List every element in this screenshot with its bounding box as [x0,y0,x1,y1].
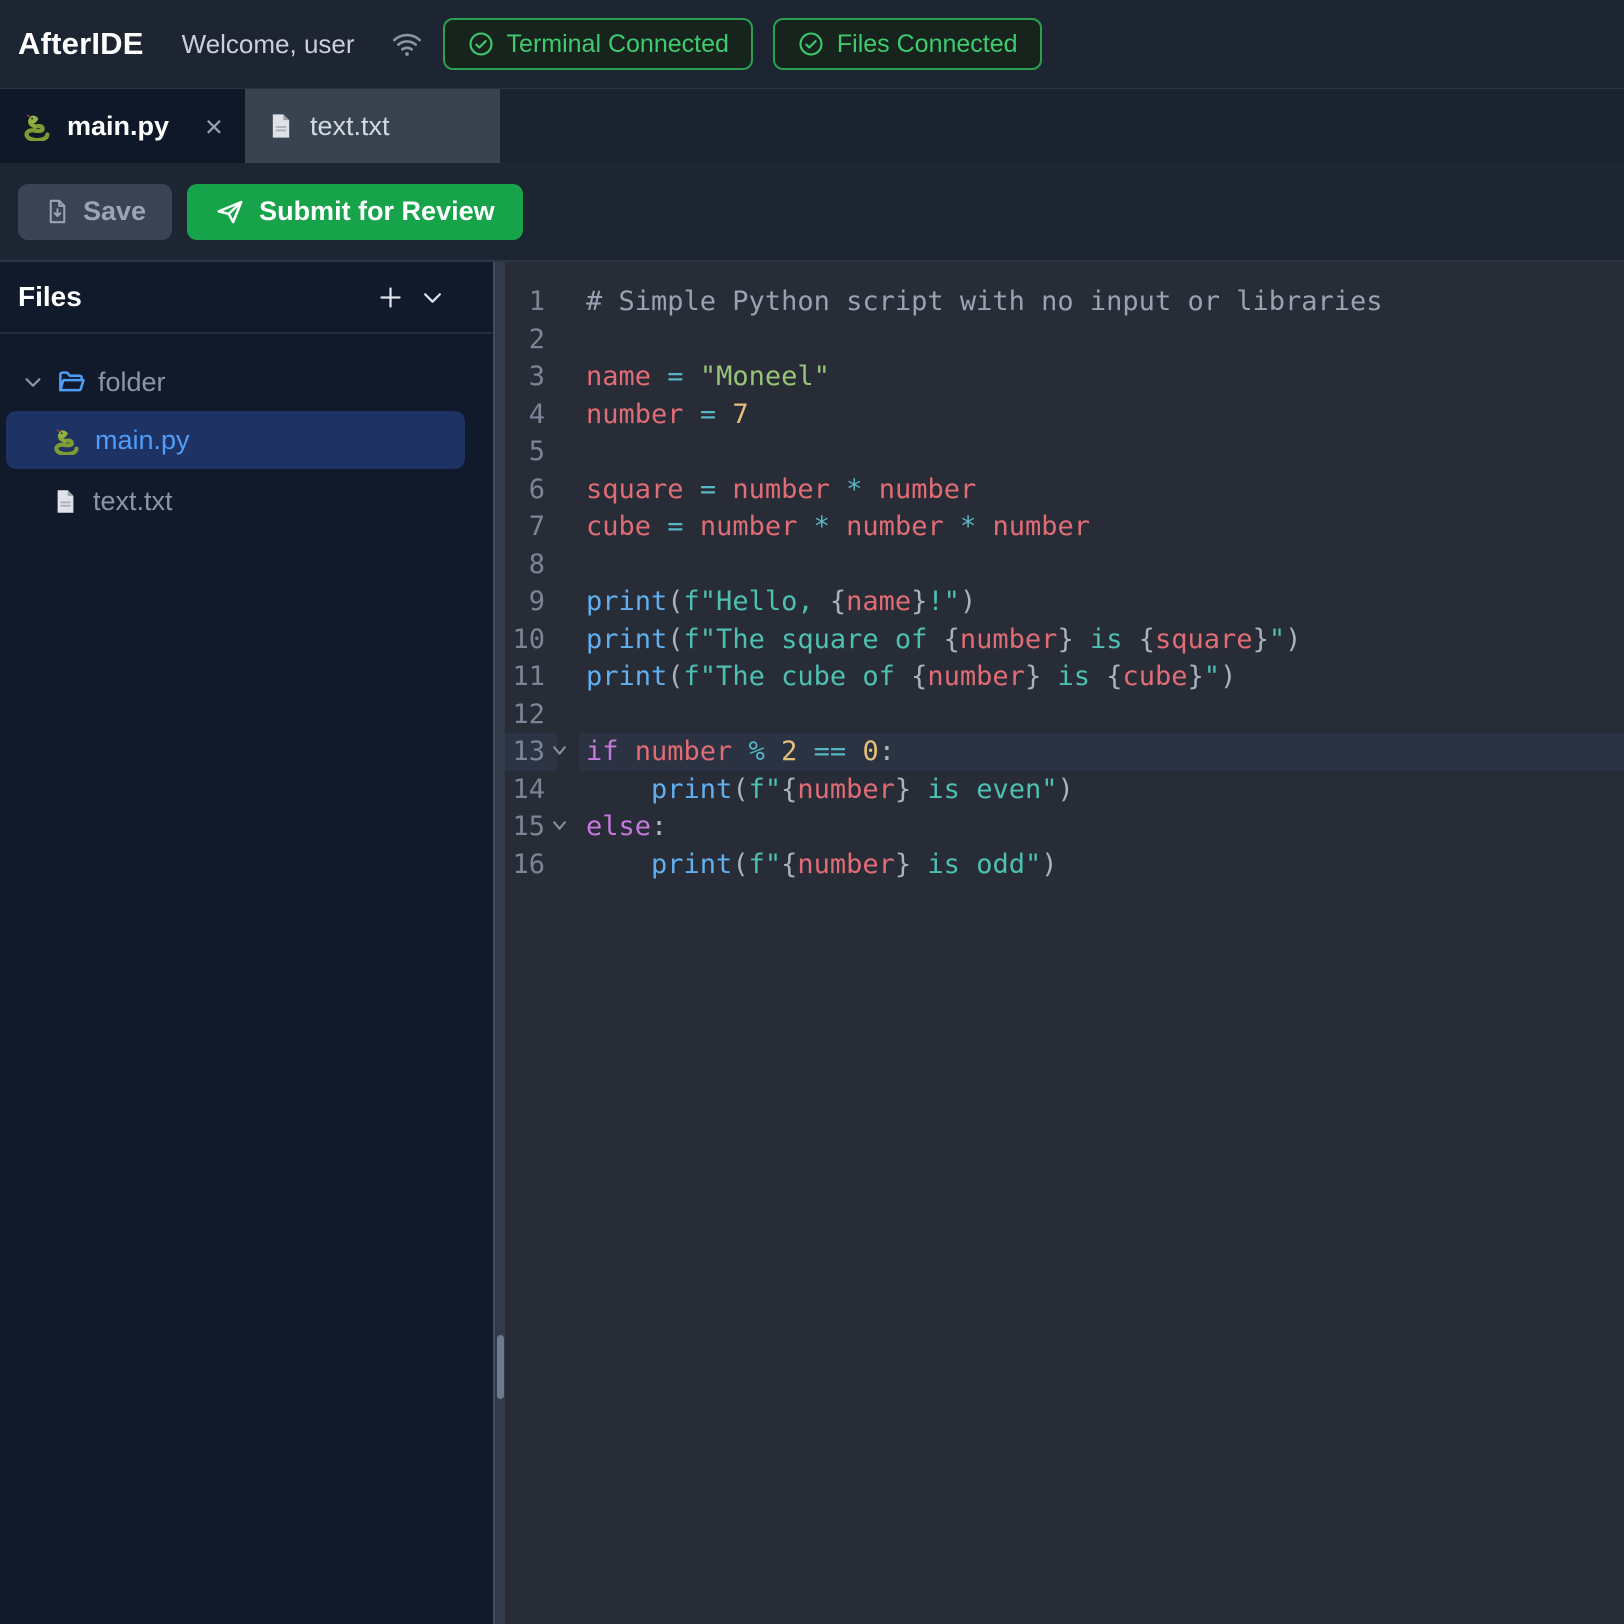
code-line: else: [579,808,1624,846]
file-icon [267,112,295,140]
folder-icon [56,367,86,397]
submit-for-review-button[interactable]: Submit for Review [187,184,523,240]
tree-item-text-txt[interactable]: text.txt [0,473,493,529]
code-line: print(f"The square of {number} is {squar… [579,621,1624,659]
tree-item-main-py[interactable]: main.py [6,411,465,469]
code-line-row: 13if number % 2 == 0: [505,733,1624,771]
code-line-row: 14 print(f"{number} is even") [505,771,1624,809]
tree-item-label: main.py [95,425,190,456]
code-line: if number % 2 == 0: [579,733,1624,771]
python-icon [22,111,52,141]
code-line-row: 3name = "Moneel" [505,358,1624,396]
tree-item-label: folder [98,367,166,398]
files-header: Files [0,262,493,334]
code-line-row: 1# Simple Python script with no input or… [505,283,1624,321]
code-line: # Simple Python script with no input or … [579,283,1624,321]
files-sidebar: Files [0,262,493,1624]
chevron-down-icon[interactable] [420,285,445,310]
tree-item-folder[interactable]: folder [0,354,493,410]
code-line: name = "Moneel" [579,358,1624,396]
send-icon [215,197,245,227]
save-file-icon [44,198,71,225]
fold-chevron-icon[interactable] [551,742,568,759]
code-line-row: 16 print(f"{number} is odd") [505,846,1624,884]
code-line: cube = number * number * number [579,508,1624,546]
code-line-row: 9print(f"Hello, {name}!") [505,583,1624,621]
line-number: 12 [505,696,579,734]
sidebar-scrollbar-track [493,262,505,1624]
terminal-status-label: Terminal Connected [507,30,729,59]
files-status-badge[interactable]: Files Connected [773,18,1042,70]
line-number: 7 [505,508,579,546]
file-tree: folder main.py [0,334,493,529]
code-line-row: 10print(f"The square of {number} is {squ… [505,621,1624,659]
code-editor[interactable]: 1# Simple Python script with no input or… [505,262,1624,1624]
code-line-row: 5 [505,433,1624,471]
python-icon [52,426,81,455]
check-circle-icon [467,30,495,58]
top-bar: AfterIDE Welcome, user Terminal Connecte… [0,0,1624,88]
line-number: 13 [505,733,579,771]
save-button[interactable]: Save [18,184,172,240]
code-line-row: 12 [505,696,1624,734]
tab-main-py[interactable]: main.py × [0,89,245,163]
line-number: 14 [505,771,579,809]
close-icon[interactable]: × [205,111,223,142]
line-number: 15 [505,808,579,846]
code-line-row: 8 [505,546,1624,584]
editor-toolbar: Save Submit for Review [0,163,1624,260]
line-number: 8 [505,546,579,584]
tab-label: text.txt [310,111,390,142]
code-line [579,321,1624,359]
code-line-row: 2 [505,321,1624,359]
line-number: 11 [505,658,579,696]
code-lines: 1# Simple Python script with no input or… [505,283,1624,883]
code-line: square = number * number [579,471,1624,509]
code-line-row: 11print(f"The cube of {number} is {cube}… [505,658,1624,696]
code-line: print(f"The cube of {number} is {cube}") [579,658,1624,696]
welcome-text: Welcome, user [182,29,355,60]
submit-label: Submit for Review [259,196,495,227]
line-number: 16 [505,846,579,884]
code-line [579,696,1624,734]
chevron-down-icon[interactable] [22,371,44,393]
files-status-label: Files Connected [837,30,1018,59]
code-line-row: 6square = number * number [505,471,1624,509]
main-split: Files [0,260,1624,1624]
scrollbar-thumb[interactable] [497,1335,504,1399]
save-label: Save [83,196,146,227]
tree-item-label: text.txt [93,486,173,517]
tab-text-txt[interactable]: text.txt [245,89,500,163]
line-number: 6 [505,471,579,509]
tab-label: main.py [67,111,169,142]
code-line-row: 7cube = number * number * number [505,508,1624,546]
code-line-row: 15else: [505,808,1624,846]
line-number: 10 [505,621,579,659]
line-number: 2 [505,321,579,359]
files-title: Files [18,281,82,313]
fold-chevron-icon[interactable] [551,817,568,834]
code-line-row: 4number = 7 [505,396,1624,434]
line-number: 9 [505,583,579,621]
line-number: 5 [505,433,579,471]
code-line: print(f"{number} is odd") [579,846,1624,884]
code-line [579,546,1624,584]
terminal-status-badge[interactable]: Terminal Connected [443,18,753,70]
code-line [579,433,1624,471]
check-circle-icon [797,30,825,58]
line-number: 1 [505,283,579,321]
app-logo: AfterIDE [18,26,144,62]
line-number: 3 [505,358,579,396]
wifi-icon [391,28,423,60]
tab-bar: main.py × text.txt [0,88,1624,163]
code-line: print(f"Hello, {name}!") [579,583,1624,621]
code-line: print(f"{number} is even") [579,771,1624,809]
code-line: number = 7 [579,396,1624,434]
add-file-icon[interactable] [377,284,404,311]
line-number: 4 [505,396,579,434]
file-icon [52,488,79,515]
